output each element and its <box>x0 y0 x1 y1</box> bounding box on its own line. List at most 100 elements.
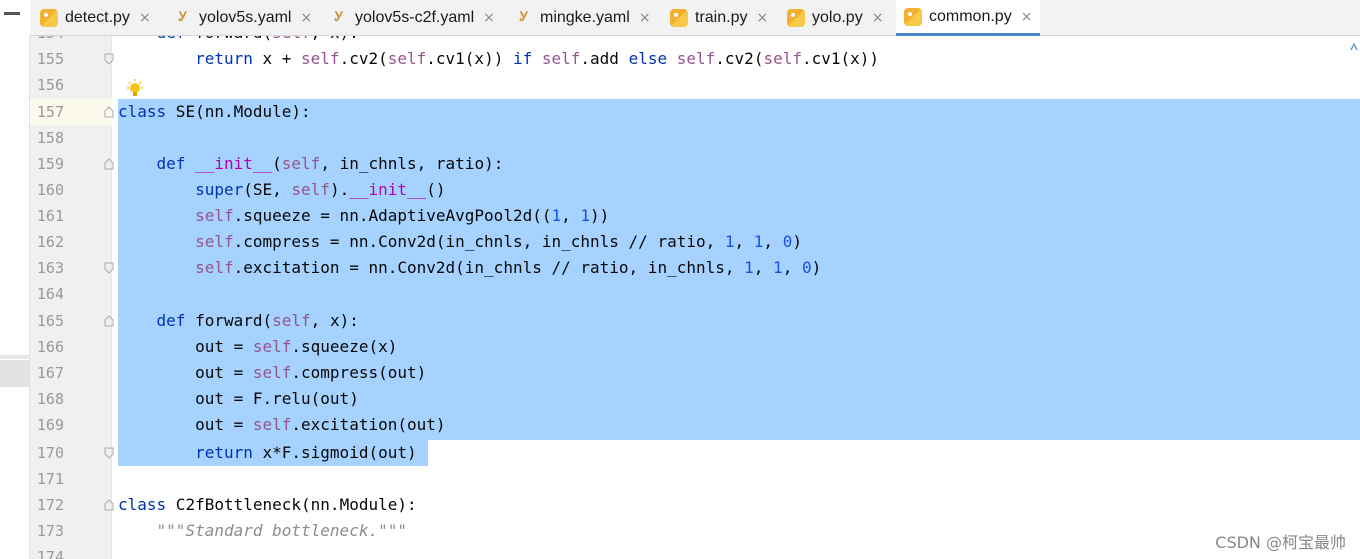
code-text: out = self.excitation(out) <box>118 415 446 434</box>
code-text: return x*F.sigmoid(out) <box>195 443 417 462</box>
code-text: out = self.compress(out) <box>118 363 427 382</box>
line-number: 160 <box>36 181 64 199</box>
code-text: def forward(self, x): <box>118 36 359 46</box>
line-number: 165 <box>36 312 64 330</box>
line-number: 167 <box>36 364 64 382</box>
tab-detect-py[interactable]: detect.py × <box>40 0 151 36</box>
code-line-154: 154 def forward(self, x): <box>30 36 1360 46</box>
line-number: 159 <box>36 155 64 173</box>
tab-train-py[interactable]: train.py × <box>670 0 768 36</box>
code-line-169: 169 out = self.excitation(out) <box>30 412 1360 438</box>
collapse-minus-icon[interactable] <box>4 12 20 15</box>
tab-yolov5s-yaml[interactable]: Ꭹ yolov5s.yaml × <box>174 0 313 36</box>
close-icon[interactable]: × <box>756 10 768 26</box>
code-line-155: 155 return x + self.cv2(self.cv1(x)) if … <box>30 46 1360 72</box>
line-number: 174 <box>36 548 64 559</box>
yaml-file-icon: Ꭹ <box>334 10 344 25</box>
close-icon[interactable]: × <box>872 10 884 26</box>
code-text: self.squeeze = nn.AdaptiveAvgPool2d((1, … <box>195 206 610 225</box>
code-line-165: 165 def forward(self, x): <box>30 308 1360 334</box>
watermark: CSDN @柯宝最帅 <box>1215 533 1346 552</box>
code-text: out = self.squeeze(x) <box>118 337 398 356</box>
tab-label: yolov5s-c2f.yaml <box>355 9 475 26</box>
line-number: 154 <box>30 36 64 46</box>
code-line-158: 158 <box>30 125 1360 151</box>
line-number: 164 <box>36 285 64 303</box>
tab-label: common.py <box>929 7 1012 25</box>
code-line-163: 163 self.excitation = nn.Conv2d(in_chnls… <box>30 255 1360 281</box>
line-number: 170 <box>36 444 64 462</box>
code-editor[interactable]: 154 def forward(self, x): 155 return x +… <box>30 36 1360 559</box>
code-text: out = F.relu(out) <box>118 389 359 408</box>
code-line-156: 156 <box>30 72 1360 98</box>
tab-label: yolo.py <box>812 9 863 26</box>
tab-label: detect.py <box>65 9 130 26</box>
python-file-icon <box>904 7 922 26</box>
code-line-164: 164 <box>30 281 1360 307</box>
close-icon[interactable]: × <box>639 10 651 26</box>
python-file-icon <box>787 9 805 27</box>
line-number: 155 <box>36 50 64 68</box>
tab-label: yolov5s.yaml <box>199 9 292 26</box>
tab-label: train.py <box>695 9 748 26</box>
tab-label: mingke.yaml <box>540 9 630 26</box>
code-line-170: 170 return x*F.sigmoid(out) <box>30 440 1360 466</box>
code-text: def __init__(self, in_chnls, ratio): <box>156 154 504 173</box>
editor-tab-bar: detect.py × Ꭹ yolov5s.yaml × Ꭹ yolov5s-c… <box>30 0 1360 36</box>
code-line-162: 162 self.compress = nn.Conv2d(in_chnls, … <box>30 229 1360 255</box>
yaml-file-icon: Ꭹ <box>178 10 188 25</box>
line-number: 158 <box>36 129 64 147</box>
left-tool-strip <box>0 0 30 559</box>
line-number: 173 <box>36 522 64 540</box>
fold-start-icon[interactable] <box>104 106 114 118</box>
close-icon[interactable]: × <box>1021 9 1033 25</box>
fold-end-icon[interactable] <box>104 262 114 274</box>
code-text: class SE(nn.Module): <box>118 102 311 121</box>
code-line-161: 161 self.squeeze = nn.AdaptiveAvgPool2d(… <box>30 203 1360 229</box>
line-number: 157 <box>36 103 64 121</box>
close-icon[interactable]: × <box>139 10 151 26</box>
code-text: self.excitation = nn.Conv2d(in_chnls // … <box>195 258 822 277</box>
code-line-168: 168 out = F.relu(out) <box>30 386 1360 412</box>
line-number: 166 <box>36 338 64 356</box>
line-number: 168 <box>36 390 64 408</box>
close-icon[interactable]: × <box>483 10 495 26</box>
code-text: super(SE, self).__init__() <box>195 180 446 199</box>
code-line-174: 174 <box>30 544 1360 559</box>
line-number: 156 <box>36 76 64 94</box>
code-line-157: 157 class SE(nn.Module): <box>30 99 1360 125</box>
fold-start-icon[interactable] <box>104 315 114 327</box>
fold-end-icon[interactable] <box>104 53 114 65</box>
code-line-160: 160 super(SE, self).__init__() <box>30 177 1360 203</box>
line-number: 169 <box>36 416 64 434</box>
scroll-indicator-block <box>0 360 30 387</box>
tab-common-py[interactable]: common.py × <box>896 0 1041 36</box>
yaml-file-icon: Ꭹ <box>519 10 529 25</box>
tab-yolo-py[interactable]: yolo.py × <box>787 0 883 36</box>
fold-start-icon[interactable] <box>104 158 114 170</box>
inspection-marker-icon[interactable] <box>1350 43 1358 51</box>
line-number: 163 <box>36 259 64 277</box>
fold-end-icon[interactable] <box>104 447 114 459</box>
code-text: def forward(self, x): <box>156 311 359 330</box>
code-text: """Standard bottleneck.""" <box>156 521 407 540</box>
code-text: class C2fBottleneck(nn.Module): <box>118 495 417 514</box>
line-number: 171 <box>36 470 64 488</box>
close-icon[interactable]: × <box>300 10 312 26</box>
python-file-icon <box>670 9 688 27</box>
lightbulb-icon[interactable] <box>125 79 145 99</box>
python-file-icon <box>40 9 58 27</box>
scroll-indicator <box>0 355 30 359</box>
line-number: 161 <box>36 207 64 225</box>
code-line-159: 159 def __init__(self, in_chnls, ratio): <box>30 151 1360 177</box>
code-line-171: 171 <box>30 466 1360 492</box>
code-text: self.compress = nn.Conv2d(in_chnls, in_c… <box>195 232 802 251</box>
tab-yolov5s-c2f-yaml[interactable]: Ꭹ yolov5s-c2f.yaml × <box>330 0 495 36</box>
fold-start-icon[interactable] <box>104 499 114 511</box>
line-number: 162 <box>36 233 64 251</box>
code-line-167: 167 out = self.compress(out) <box>30 360 1360 386</box>
line-number: 172 <box>36 496 64 514</box>
tab-mingke-yaml[interactable]: Ꭹ mingke.yaml × <box>515 0 651 36</box>
code-text: return x + self.cv2(self.cv1(x)) if self… <box>195 49 880 68</box>
code-line-173: 173 """Standard bottleneck.""" <box>30 518 1360 544</box>
